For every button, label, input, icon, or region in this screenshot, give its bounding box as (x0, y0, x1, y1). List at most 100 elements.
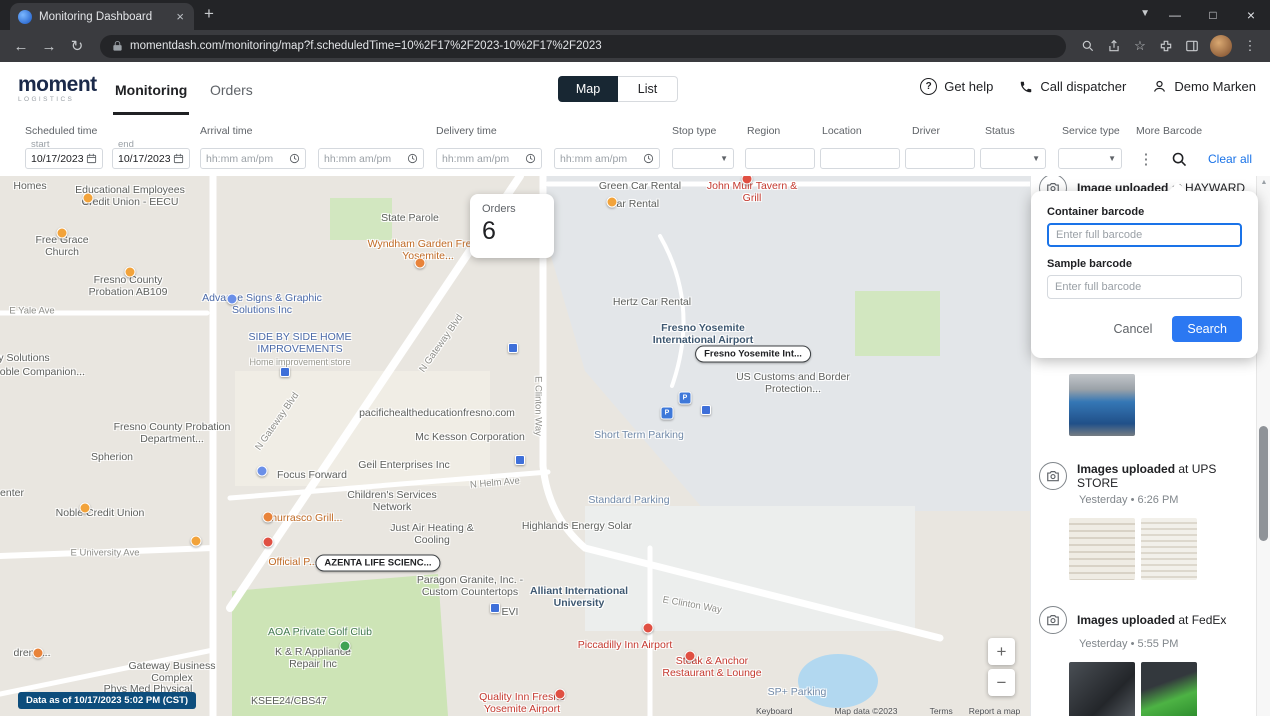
map-canvas[interactable]: HomesEducational Employees Credit Union … (0, 176, 1030, 716)
tab-close-icon[interactable]: × (174, 9, 186, 24)
user-menu[interactable]: Demo Marken (1152, 79, 1256, 94)
window-maximize-button[interactable]: □ (1194, 8, 1232, 22)
map-marker-orange[interactable] (415, 258, 426, 269)
map-marker-yellow[interactable] (607, 197, 618, 208)
clear-all-button[interactable]: Clear all (1208, 152, 1252, 166)
more-filters-button[interactable]: ⋮ (1135, 148, 1157, 170)
map-marker-orange[interactable] (33, 648, 44, 659)
service-type-label: Service type (1062, 125, 1120, 137)
map-marker-parking[interactable]: P (661, 407, 674, 420)
zoom-icon[interactable] (1076, 39, 1100, 53)
delivery-end-time-input[interactable] (560, 153, 640, 165)
map-label: Just Air Heating & Cooling (382, 522, 482, 546)
map-marker-bluesq[interactable] (701, 405, 711, 415)
scheduled-end-date-input[interactable] (118, 153, 170, 165)
location-input[interactable] (826, 153, 894, 165)
scheduled-start-date-field[interactable] (25, 148, 103, 169)
window-minimize-button[interactable]: — (1156, 8, 1194, 22)
orders-popup[interactable]: Orders 6 (470, 194, 554, 258)
call-dispatcher-button[interactable]: Call dispatcher (1019, 79, 1126, 94)
map-marker-green[interactable] (340, 641, 351, 652)
browser-tab[interactable]: Monitoring Dashboard × (10, 3, 194, 30)
map-marker-bluesq[interactable] (515, 455, 525, 465)
panel-scrollbar[interactable]: ▲ (1256, 176, 1270, 716)
map-location-pill[interactable]: AZENTA LIFE SCIENC... (315, 555, 440, 572)
app-logo[interactable]: moment LOGISTICS (18, 74, 97, 103)
map-marker-yellow[interactable] (80, 503, 91, 514)
terms-link[interactable]: Terms (930, 706, 953, 716)
delivery-end-time-field[interactable] (554, 148, 660, 169)
scheduled-start-date-input[interactable] (31, 153, 83, 165)
report-map-error-link[interactable]: Report a map error (969, 706, 1030, 716)
window-close-button[interactable]: × (1232, 7, 1270, 23)
sample-barcode-input[interactable] (1047, 275, 1242, 299)
arrival-start-time-input[interactable] (206, 153, 286, 165)
address-bar[interactable]: momentdash.com/monitoring/map?f.schedule… (100, 35, 1066, 58)
forward-button[interactable]: → (36, 38, 62, 55)
map-marker-yellow[interactable] (125, 267, 136, 278)
barcode-label: Barcode (1163, 125, 1202, 137)
tab-search-chevron-icon[interactable]: ▼ (1140, 8, 1150, 19)
barcode-search-icon[interactable] (1168, 148, 1190, 170)
delivery-start-time-input[interactable] (442, 153, 522, 165)
scrollbar-up-arrow[interactable]: ▲ (1257, 179, 1270, 186)
arrival-end-time-input[interactable] (324, 153, 404, 165)
map-marker-blue[interactable] (257, 466, 268, 477)
status-select[interactable]: ▼ (980, 148, 1046, 169)
scheduled-end-date-field[interactable] (112, 148, 190, 169)
map-view-button[interactable]: Map (558, 76, 618, 102)
map-marker-red[interactable] (685, 651, 696, 662)
profile-avatar[interactable] (1210, 35, 1232, 57)
nav-monitoring[interactable]: Monitoring (115, 82, 187, 98)
zoom-in-button[interactable]: + (988, 638, 1015, 665)
nav-orders[interactable]: Orders (210, 82, 253, 98)
extensions-puzzle-icon[interactable] (1154, 39, 1178, 53)
map-marker-parking[interactable]: P (679, 392, 692, 405)
map-marker-blue[interactable] (227, 294, 238, 305)
map-marker-orange[interactable] (263, 512, 274, 523)
calendar-icon (86, 153, 97, 164)
back-button[interactable]: ← (8, 38, 34, 55)
get-help-button[interactable]: ? Get help (920, 78, 993, 95)
map-marker-yellow[interactable] (191, 536, 202, 547)
list-view-button[interactable]: List (618, 76, 678, 102)
map-marker-yellow[interactable] (83, 193, 94, 204)
region-field[interactable] (745, 148, 815, 169)
map-marker-red[interactable] (555, 689, 566, 700)
cancel-button[interactable]: Cancel (1113, 322, 1152, 336)
map-marker-red[interactable] (263, 537, 274, 548)
delivery-start-time-field[interactable] (436, 148, 542, 169)
share-icon[interactable] (1102, 39, 1126, 53)
reload-button[interactable]: ↻ (64, 37, 90, 55)
driver-field[interactable] (905, 148, 975, 169)
location-field[interactable] (820, 148, 900, 169)
zoom-out-button[interactable]: − (988, 669, 1015, 696)
keyboard-shortcuts-link[interactable]: Keyboard shortcuts (756, 706, 818, 716)
arrival-end-time-field[interactable] (318, 148, 424, 169)
stop-type-select[interactable]: ▼ (672, 148, 734, 169)
image-thumbnail[interactable] (1141, 518, 1197, 580)
image-thumbnail[interactable] (1141, 662, 1197, 716)
scrollbar-thumb[interactable] (1259, 426, 1268, 541)
image-thumbnail[interactable] (1069, 518, 1135, 580)
image-thumbnail[interactable] (1069, 662, 1135, 716)
new-tab-button[interactable]: + (204, 4, 214, 24)
driver-input[interactable] (911, 153, 969, 165)
container-barcode-input[interactable] (1047, 223, 1242, 247)
bookmark-star-icon[interactable]: ☆ (1128, 38, 1152, 54)
map-marker-bluesq[interactable] (508, 343, 518, 353)
map-location-pill[interactable]: Fresno Yosemite Int... (695, 346, 811, 363)
search-button[interactable]: Search (1172, 316, 1242, 342)
map-marker-red[interactable] (643, 623, 654, 634)
map-marker-yellow[interactable] (57, 228, 68, 239)
map-marker-bluesq[interactable] (280, 367, 290, 377)
service-type-select[interactable]: ▼ (1058, 148, 1122, 169)
map-marker-bluesq[interactable] (490, 603, 500, 613)
arrival-start-time-field[interactable] (200, 148, 306, 169)
browser-menu-icon[interactable]: ⋮ (1238, 38, 1262, 54)
region-input[interactable] (751, 153, 809, 165)
map-label: US Customs and Border Protection... (731, 371, 856, 395)
image-thumbnail[interactable] (1069, 374, 1135, 436)
map-label: pacifichealtheducationfresno.com (359, 407, 515, 419)
side-panel-icon[interactable] (1180, 39, 1204, 53)
